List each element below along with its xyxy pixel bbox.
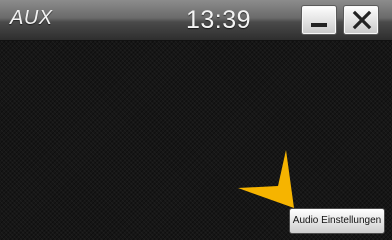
audio-settings-button[interactable]: Audio Einstellungen — [289, 208, 385, 234]
app-title: AUX — [10, 7, 53, 29]
aux-screen: AUX 13:39 Audio Einstellungen — [0, 0, 392, 240]
minimize-button[interactable] — [301, 5, 337, 35]
clock: 13:39 — [186, 6, 252, 34]
close-icon — [352, 10, 372, 30]
close-button[interactable] — [343, 5, 379, 35]
minimize-icon — [311, 23, 327, 27]
title-bar: AUX 13:39 — [0, 0, 392, 41]
pointer-arrow-icon — [238, 150, 294, 208]
